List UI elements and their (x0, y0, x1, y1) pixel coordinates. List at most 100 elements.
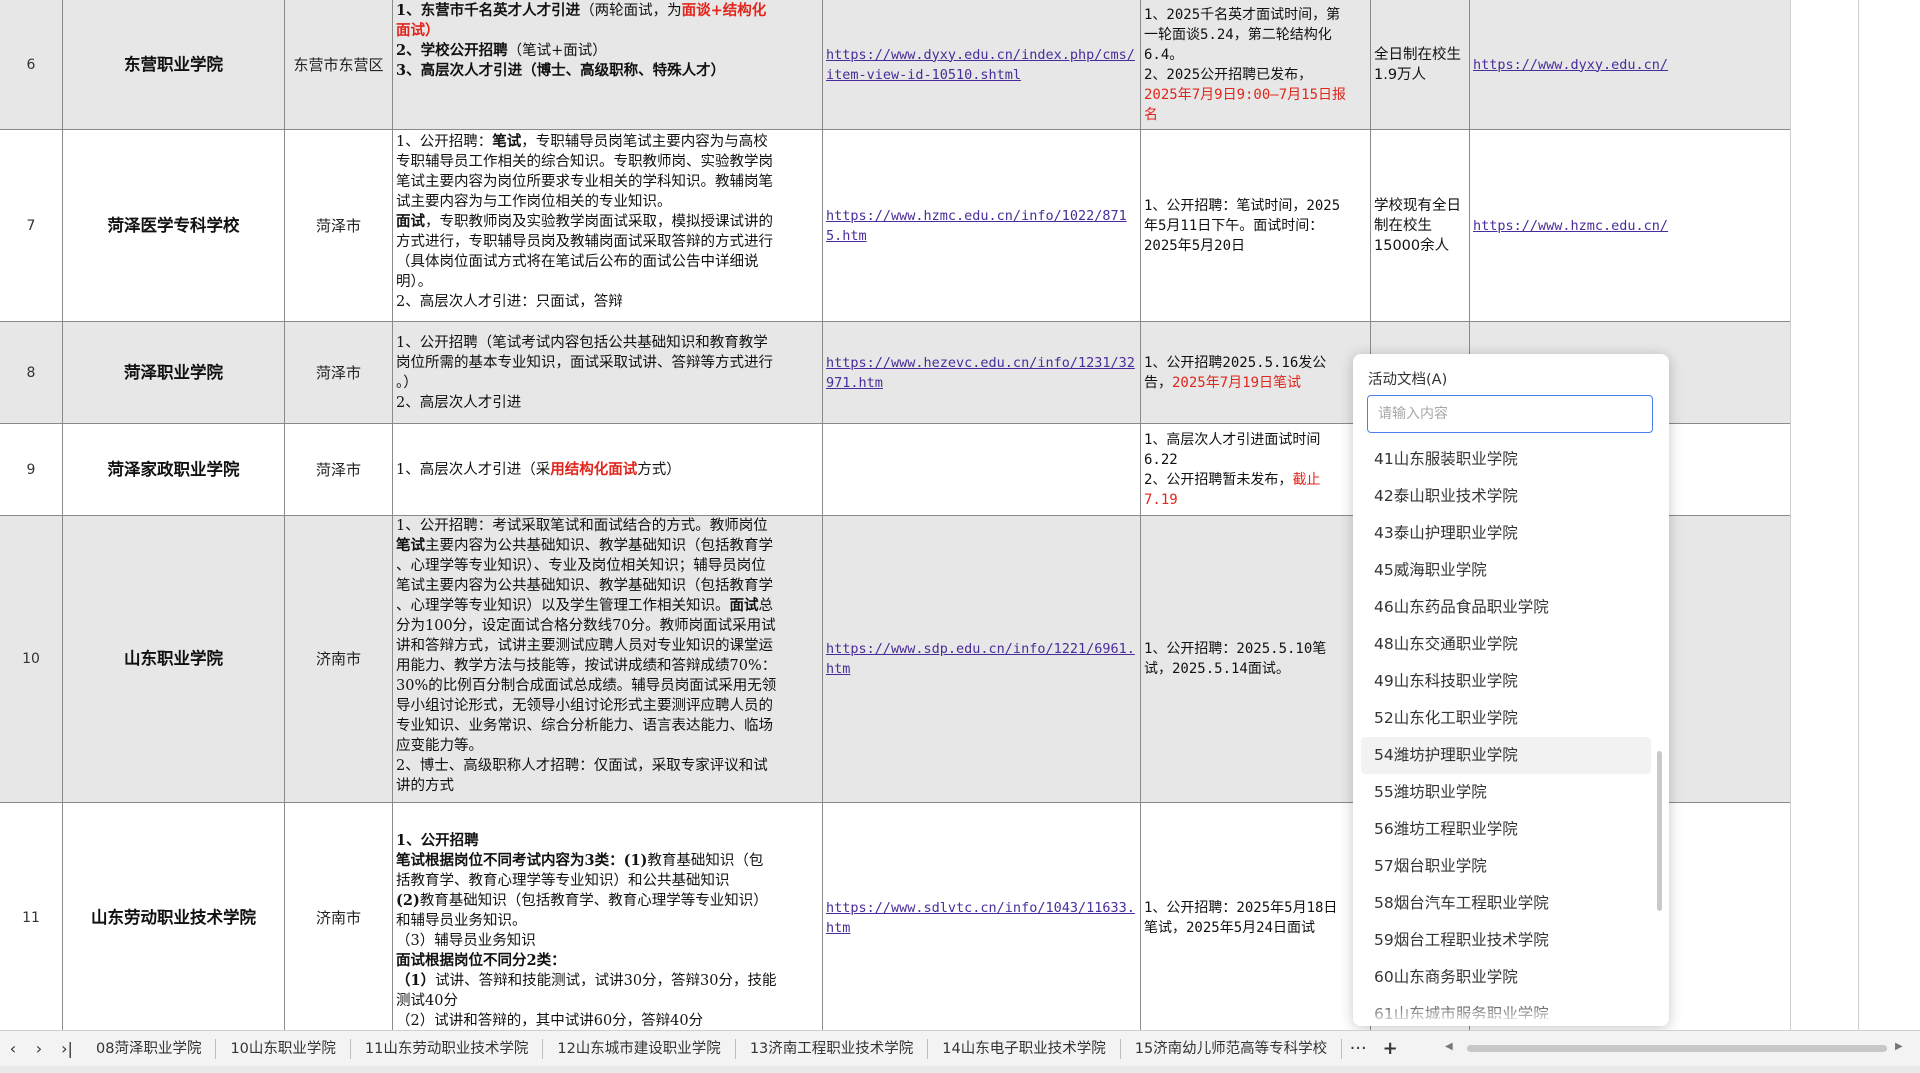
text-segment: 方式进行，专职辅导员岗及教辅岗面试采取答辩的方式进行 (396, 234, 773, 250)
text-segment: 用能力、教学方法与技能等，按试讲成绩和答辩成绩70%： (396, 658, 777, 674)
sheet-tab[interactable]: 10山东职业学院 (216, 1038, 351, 1059)
sheet-tab[interactable]: 12山东城市建设职业学院 (543, 1038, 736, 1059)
text-segment: 1、公开招聘：2025.5.10笔 (1144, 641, 1327, 657)
student-scale-cell[interactable]: 学校现有全日制在校生15000余人 (1370, 130, 1469, 321)
document-list-item[interactable]: 46山东药品食品职业学院 (1361, 589, 1651, 626)
sheet-tab[interactable]: 14山东电子职业技术学院 (928, 1038, 1121, 1059)
sheet-tab[interactable]: 11山东劳动职业技术学院 (351, 1038, 544, 1059)
announcement-link-cell[interactable]: https://www.hzmc.edu.cn/info/1022/8715.h… (822, 130, 1140, 321)
horizontal-scrollbar[interactable]: ◀ ▶ (1445, 1041, 1905, 1055)
city-cell[interactable]: 菏泽市 (284, 130, 392, 321)
document-list-item[interactable]: 59烟台工程职业技术学院 (1361, 922, 1651, 959)
document-list-item[interactable]: 45威海职业学院 (1361, 552, 1651, 589)
city-cell[interactable]: 菏泽市 (284, 424, 392, 515)
school-name-cell[interactable]: 山东劳动职业技术学院 (62, 803, 284, 1030)
schedule-cell[interactable]: 1、高层次人才引进面试时间 6.22 2、公开招聘暂未发布，截止 7.19 (1140, 424, 1370, 515)
sheet-tab[interactable]: 08菏泽职业学院 (82, 1038, 217, 1059)
website-link[interactable]: https://www.dyxy.edu.cn/ (1473, 55, 1668, 75)
text-line: 6.4。 (1144, 45, 1346, 65)
announcement-link-cell[interactable]: https://www.hezevc.edu.cn/info/1231/3297… (822, 322, 1140, 423)
sheet-tab[interactable]: 13济南工程职业技术学院 (736, 1038, 929, 1059)
scroll-right-icon[interactable]: ▶ (1895, 1041, 1903, 1052)
document-list-item[interactable]: 43泰山护理职业学院 (1361, 515, 1651, 552)
announcement-link[interactable]: https://www.sdlvtc.cn/info/1043/11633.ht… (826, 898, 1137, 938)
sheet-tab[interactable]: 15济南幼儿师范高等专科学校 (1121, 1038, 1343, 1059)
city-cell[interactable]: 菏泽市 (284, 322, 392, 423)
sheet-tabs: 08菏泽职业学院 10山东职业学院 11山东劳动职业技术学院 12山东城市建设职业学院… (82, 1038, 1343, 1059)
schedule-cell[interactable]: 1、公开招聘2025.5.16发公 告，2025年7月19日笔试 (1140, 322, 1370, 423)
city-cell[interactable]: 东营市东营区 (284, 0, 392, 129)
student-scale-cell[interactable]: 全日制在校生1.9万人 (1370, 0, 1469, 129)
announcement-link-cell[interactable] (822, 424, 1140, 515)
text-segment: 2、公开招聘暂未发布， (1144, 471, 1293, 488)
website-link[interactable]: https://www.hzmc.edu.cn/ (1473, 216, 1668, 236)
text-segment: 教育基础知识（包 (647, 853, 764, 869)
document-list-item[interactable]: 52山东化工职业学院 (1361, 700, 1651, 737)
announcement-link-cell[interactable]: https://www.sdp.edu.cn/info/1221/6961.ht… (822, 516, 1140, 802)
text-line: 1、公开招聘：2025.5.10笔 (1144, 639, 1326, 659)
schedule-cell[interactable]: 1、2025千名英才面试时间，第 一轮面谈5.24，第二轮结构化 6.4。 2、202… (1140, 0, 1370, 129)
more-sheets-icon[interactable]: ··· (1342, 1038, 1374, 1059)
prev-sheet-icon[interactable]: ‹ (0, 1039, 26, 1058)
announcement-link[interactable]: https://www.hezevc.edu.cn/info/1231/3297… (826, 353, 1137, 393)
announcement-link[interactable]: https://www.sdp.edu.cn/info/1221/6961.ht… (826, 639, 1137, 679)
text-segment: （两轮面试，为 (580, 3, 682, 19)
recruitment-method-cell[interactable]: 1、公开招聘（笔试考试内容包括公共基础知识和教育教学 岗位所需的基本专业知识，面试… (392, 322, 822, 423)
scroll-left-icon[interactable]: ◀ (1445, 1041, 1453, 1052)
announcement-link-cell[interactable]: https://www.dyxy.edu.cn/index.php/cms/it… (822, 0, 1140, 129)
document-list-item[interactable]: 55潍坊职业学院 (1361, 774, 1651, 811)
text-segment: 、心理学等专业知识）以及学生管理工作相关知识。 (396, 598, 730, 614)
text-line: （2）试讲和答辩的，其中试讲60分，答辩40分 (396, 1011, 819, 1030)
schedule-cell[interactable]: 1、公开招聘：2025.5.10笔 试，2025.5.14面试。 (1140, 516, 1370, 802)
website-cell[interactable]: https://www.hzmc.edu.cn/ (1469, 130, 1790, 321)
document-list-item[interactable]: 60山东商务职业学院 (1361, 959, 1651, 996)
text-segment: 笔试主要内容为岗位所要求专业相关的学科知识。教辅岗笔 (396, 174, 773, 190)
document-search-input[interactable] (1367, 395, 1653, 433)
text-line: 面试） (396, 21, 819, 41)
announcement-link-cell[interactable]: https://www.sdlvtc.cn/info/1043/11633.ht… (822, 803, 1140, 1030)
popup-scrollbar[interactable] (1657, 751, 1662, 911)
city-cell[interactable]: 济南市 (284, 516, 392, 802)
recruitment-method-cell[interactable]: 1、公开招聘 笔试根据岗位不同考试内容为3类：(1)教育基础知识（包 括教育学、教育… (392, 803, 822, 1030)
recruitment-method-cell[interactable]: 1、公开招聘：考试采取笔试和面试结合的方式。教师岗位 笔试主要内容为公共基础知识、… (392, 516, 822, 802)
recruitment-method-cell[interactable]: 1、公开招聘：笔试，专职辅导员岗笔试主要内容为与高校 专职辅导员工作相关的综合知识… (392, 130, 822, 321)
last-sheet-icon[interactable]: ›| (52, 1039, 82, 1058)
document-list-item[interactable]: 57烟台职业学院 (1361, 848, 1651, 885)
document-list-item[interactable]: 58烟台汽车工程职业学院 (1361, 885, 1651, 922)
text-segment: 分为100分，设定面试合格分数线70分。教师岗面试采用试 (396, 618, 776, 634)
text-segment: 2、高层次人才引进 (396, 394, 522, 411)
document-list-item[interactable]: 42泰山职业技术学院 (1361, 478, 1651, 515)
text-segment: 面试 (396, 213, 425, 230)
next-sheet-icon[interactable]: › (26, 1039, 52, 1058)
document-list-item[interactable]: 48山东交通职业学院 (1361, 626, 1651, 663)
announcement-link[interactable]: https://www.dyxy.edu.cn/index.php/cms/it… (826, 45, 1137, 85)
announcement-link[interactable]: https://www.hzmc.edu.cn/info/1022/8715.h… (826, 206, 1137, 246)
recruitment-method-cell[interactable]: 1、高层次人才引进（采用结构化面试方式） (392, 424, 822, 515)
grid-line (1790, 0, 1791, 1030)
add-sheet-icon[interactable]: + (1374, 1038, 1406, 1059)
method-text: 1、公开招聘：笔试，专职辅导员岗笔试主要内容为与高校 专职辅导员工作相关的综合知识… (396, 132, 819, 312)
document-list-item[interactable]: 49山东科技职业学院 (1361, 663, 1651, 700)
school-name-cell[interactable]: 菏泽职业学院 (62, 322, 284, 423)
recruitment-method-cell[interactable]: 1、东营市千名英才人才引进（两轮面试，为面谈+结构化 面试） 2、学校公开招聘（笔试… (392, 0, 822, 129)
school-name-cell[interactable]: 东营职业学院 (62, 0, 284, 129)
school-name-cell[interactable]: 菏泽家政职业学院 (62, 424, 284, 515)
document-list-item[interactable]: 54潍坊护理职业学院 (1361, 737, 1651, 774)
text-segment: 笔试，2025年5月24日面试 (1144, 919, 1316, 936)
schedule-text: 1、公开招聘：2025年5月18日 笔试，2025年5月24日面试 (1144, 898, 1337, 938)
school-name-cell[interactable]: 菏泽医学专科学校 (62, 130, 284, 321)
document-list-item[interactable]: 56潍坊工程职业学院 (1361, 811, 1651, 848)
text-segment: 面试 (729, 597, 759, 614)
schedule-cell[interactable]: 1、公开招聘：2025年5月18日 笔试，2025年5月24日面试 (1140, 803, 1370, 1030)
text-segment: 2、2025公开招聘已发布， (1144, 66, 1313, 83)
school-name-cell[interactable]: 山东职业学院 (62, 516, 284, 802)
schedule-cell[interactable]: 1、公开招聘：笔试时间，2025 年5月11日下午。面试时间： 2025年5月20日 (1140, 130, 1370, 321)
document-list-item[interactable]: 41山东服装职业学院 (1361, 441, 1651, 478)
website-cell[interactable]: https://www.dyxy.edu.cn/ (1469, 0, 1790, 129)
text-segment: 2025年5月20日 (1144, 237, 1246, 254)
text-segment: （3）辅导员业务知识 (396, 933, 536, 949)
scroll-thumb[interactable] (1467, 1045, 1887, 1052)
city-cell[interactable]: 济南市 (284, 803, 392, 1030)
text-segment: 6.4。 (1144, 46, 1184, 63)
text-segment: 试主要内容为与工作岗位相关的专业知识。 (396, 194, 672, 210)
